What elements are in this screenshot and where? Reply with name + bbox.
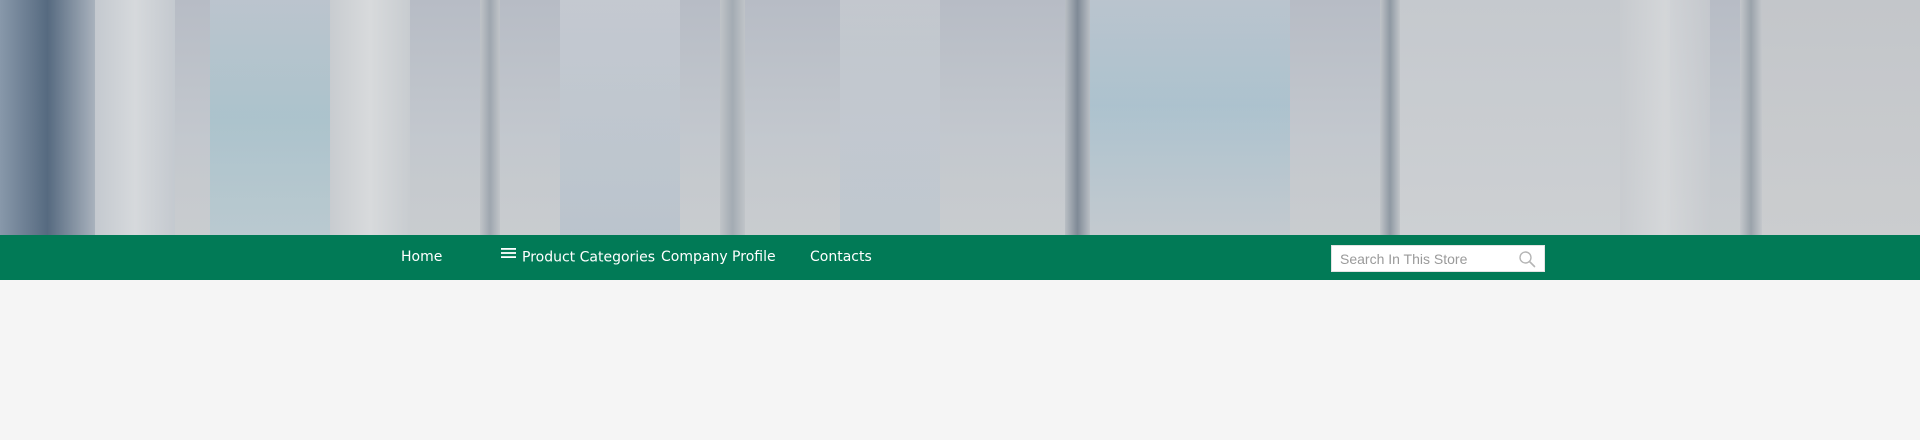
search-input[interactable]: [1332, 246, 1520, 271]
page-content-area: [0, 280, 1920, 440]
nav-item-label: Home: [401, 249, 443, 265]
nav-item-contacts[interactable]: Contacts: [810, 235, 872, 280]
nav-item-label: Product Categories: [522, 249, 656, 266]
nav-item-label: Company Profile: [661, 249, 776, 265]
search-icon[interactable]: [1518, 250, 1536, 268]
nav-item-product-categories[interactable]: Product Categories: [501, 235, 655, 280]
menu-icon: [501, 233, 516, 278]
hero-banner-image: [0, 0, 1920, 235]
search-box: [1331, 245, 1545, 272]
nav-item-home[interactable]: Home: [401, 235, 442, 280]
nav-item-company-profile[interactable]: Company Profile: [661, 235, 776, 280]
main-nav-bar: Home Product Categories Company Profile …: [0, 235, 1920, 280]
nav-item-label: Contacts: [810, 249, 872, 265]
